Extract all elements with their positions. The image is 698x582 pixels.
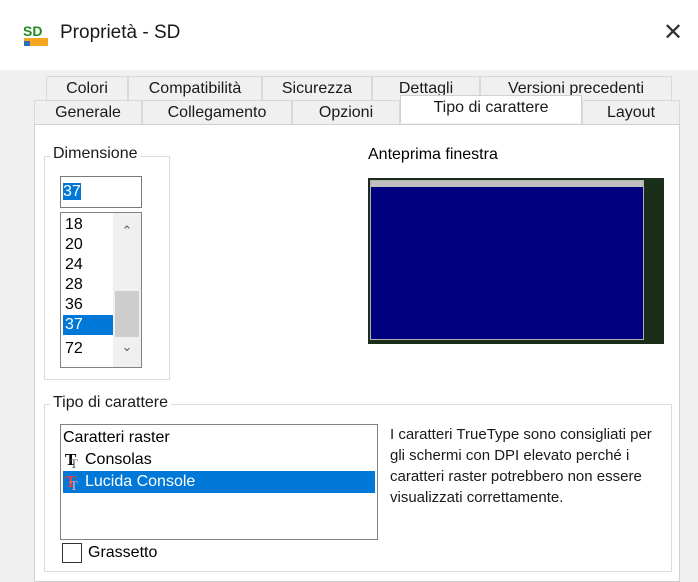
font-list[interactable]: Caratteri raster T T Consolas T T Lucida… <box>60 424 378 540</box>
font-item-label: Caratteri raster <box>63 429 170 446</box>
tab-generale[interactable]: Generale <box>34 100 142 124</box>
svg-text:T: T <box>70 456 78 469</box>
size-item[interactable]: 24 <box>63 255 115 275</box>
window-title: Proprietà - SD <box>60 22 181 43</box>
scroll-up-icon[interactable]: ⌃ <box>113 221 141 241</box>
app-icon: SD <box>22 22 50 48</box>
size-item[interactable]: 18 <box>63 215 115 235</box>
font-item-consolas[interactable]: T T Consolas <box>63 449 375 471</box>
size-list[interactable]: 18 20 24 28 36 37 72 ⌃ ⌄ <box>60 212 142 368</box>
font-item-lucida-console[interactable]: T T Lucida Console <box>63 471 375 493</box>
size-input-value: 37 <box>63 183 81 200</box>
size-input[interactable]: 37 <box>60 176 142 208</box>
preview-window <box>368 178 664 344</box>
bold-checkbox[interactable] <box>62 543 82 563</box>
tab-layout[interactable]: Layout <box>582 100 680 124</box>
tab-opzioni[interactable]: Opzioni <box>292 100 400 124</box>
font-item-raster[interactable]: Caratteri raster <box>63 427 375 449</box>
size-list-scrollbar[interactable]: ⌃ ⌄ <box>113 213 141 367</box>
preview-screen <box>370 180 644 340</box>
truetype-icon: T T <box>65 450 78 469</box>
bold-label[interactable]: Grassetto <box>88 544 157 562</box>
size-group-label: Dimensione <box>50 145 141 163</box>
svg-text:T: T <box>70 478 78 491</box>
scroll-thumb[interactable] <box>115 291 139 337</box>
close-icon[interactable]: ✕ <box>656 16 690 50</box>
size-item[interactable]: 28 <box>63 275 115 295</box>
svg-text:SD: SD <box>23 23 42 39</box>
font-description: I caratteri TrueType sono consigliati pe… <box>390 426 652 506</box>
font-group-label: Tipo di carattere <box>50 394 172 412</box>
size-item[interactable]: 20 <box>63 235 115 255</box>
preview-titlebar <box>371 181 643 187</box>
size-item-selected[interactable]: 37 <box>63 315 115 335</box>
font-item-label: Lucida Console <box>85 473 196 490</box>
tab-colori[interactable]: Colori <box>46 76 128 100</box>
size-item[interactable]: 36 <box>63 295 115 315</box>
scroll-down-icon[interactable]: ⌄ <box>113 337 141 357</box>
preview-label: Anteprima finestra <box>368 146 498 163</box>
tab-collegamento[interactable]: Collegamento <box>142 100 292 124</box>
size-item[interactable]: 72 <box>63 339 115 359</box>
tab-tipo-di-carattere[interactable]: Tipo di carattere <box>400 95 582 123</box>
tab-sicurezza[interactable]: Sicurezza <box>262 76 372 100</box>
truetype-icon: T T <box>65 472 78 491</box>
font-item-label: Consolas <box>85 451 152 468</box>
tab-compatibilita[interactable]: Compatibilità <box>128 76 262 100</box>
